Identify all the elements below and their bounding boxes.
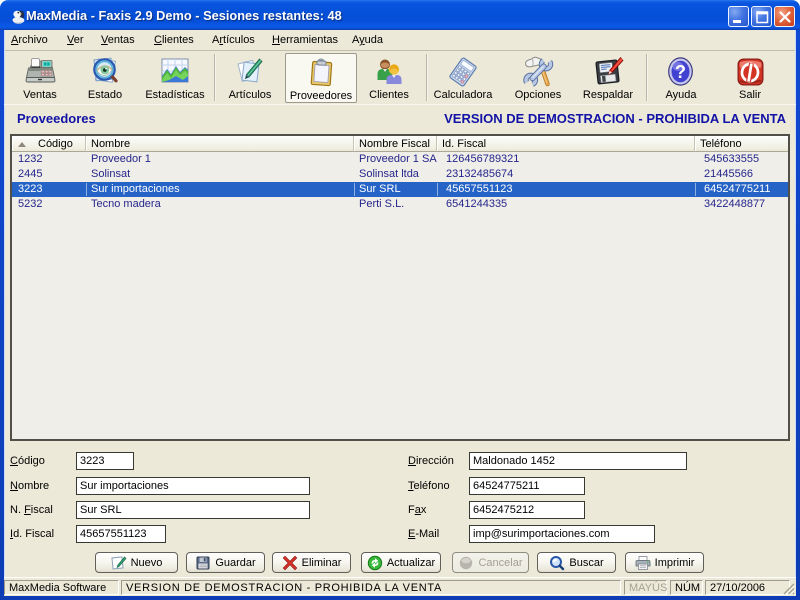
svg-text:?: ? xyxy=(675,62,686,82)
